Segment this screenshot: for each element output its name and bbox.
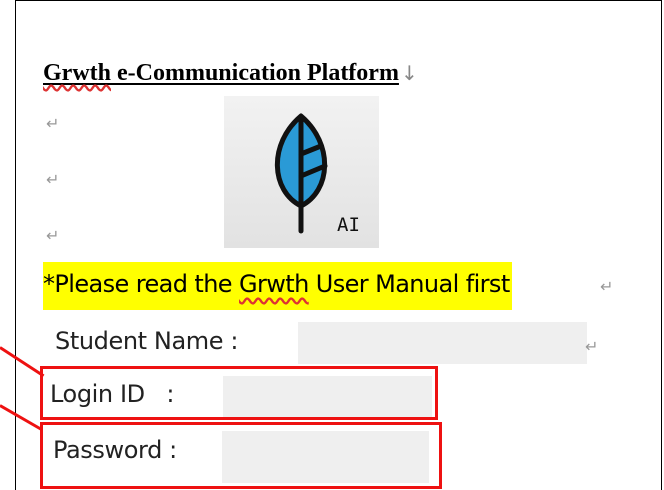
paragraph-mark: ↵	[46, 114, 60, 133]
line-break-mark: ↓	[400, 61, 418, 85]
note-suffix: User Manual first	[308, 270, 510, 298]
paragraph-mark: ↵	[46, 170, 60, 189]
paragraph-mark: ↵	[46, 226, 60, 245]
manual-note: *Please read the Grwth User Manual first	[43, 262, 512, 310]
paragraph-mark: ↵	[600, 277, 614, 296]
title-rest: e-Communication Platform	[111, 60, 399, 86]
app-logo: AI	[224, 96, 379, 248]
student-name-field[interactable]	[298, 322, 587, 364]
paragraph-mark: ↵	[585, 337, 599, 356]
student-name-label: Student Name :	[55, 327, 239, 355]
logo-ai-text: AI	[337, 214, 360, 236]
password-highlight-box	[40, 422, 442, 489]
login-id-highlight-box	[40, 366, 438, 420]
document-title: Grwth e-Communication Platform ↓	[43, 60, 418, 87]
title-word-grwth: Grwth	[43, 60, 111, 86]
note-prefix: *Please read the	[43, 270, 240, 298]
note-highlight-word: Grwth	[239, 270, 309, 298]
